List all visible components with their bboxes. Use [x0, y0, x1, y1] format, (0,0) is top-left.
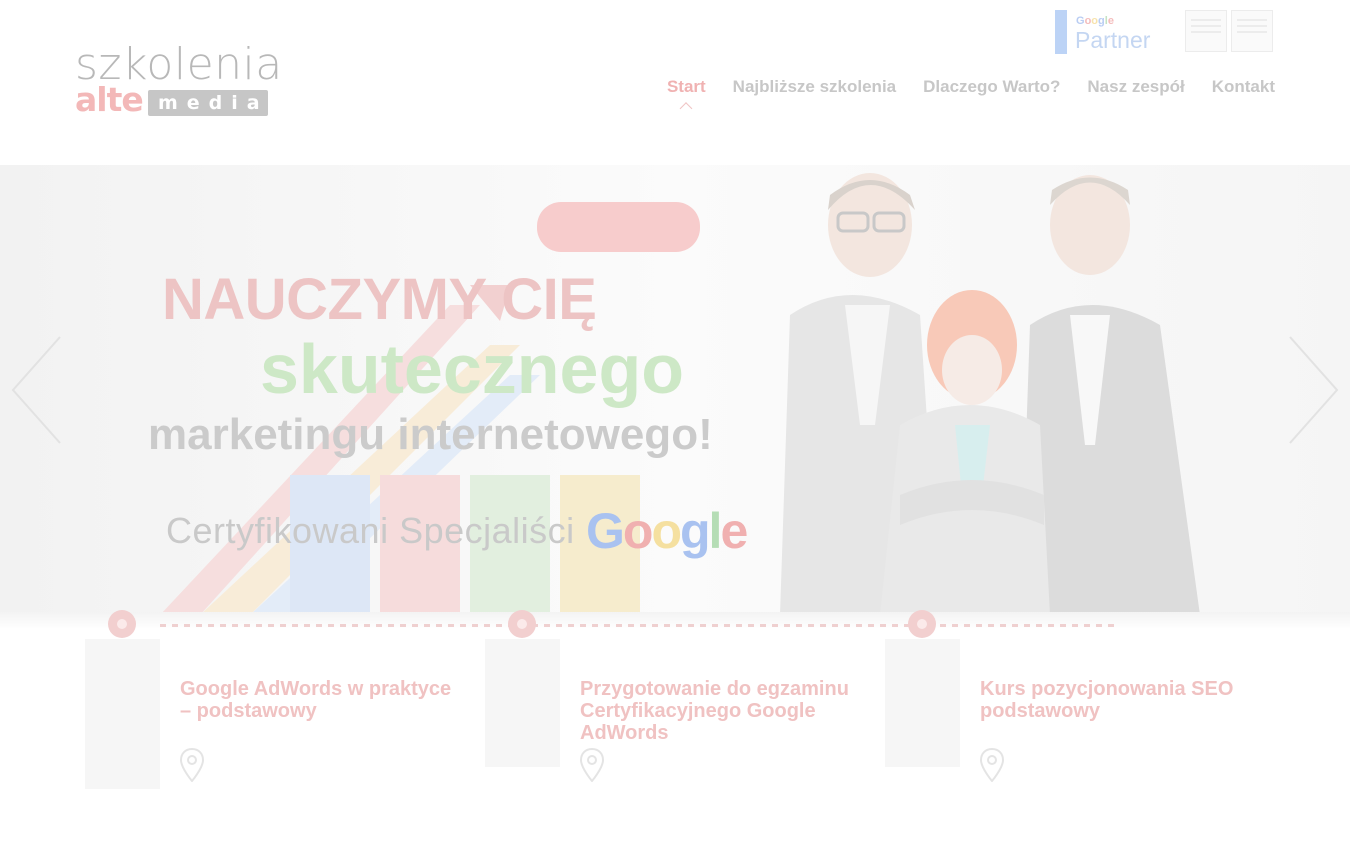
card-date-block	[85, 639, 160, 789]
google-partner-badge[interactable]: Google Partner	[1055, 10, 1160, 54]
google-letter-1: o	[622, 503, 654, 559]
slider-prev-arrow[interactable]	[8, 335, 68, 445]
nav-item-our-team[interactable]: Nasz zespół	[1087, 74, 1184, 100]
partner-g-letter-5: e	[1107, 15, 1114, 27]
decorative-pill	[537, 202, 700, 252]
hero-headline-line2: skutecznego	[260, 330, 684, 408]
card-marker-icon	[508, 610, 536, 638]
hero-certified-text: Certyfikowani Specjaliści	[166, 510, 575, 551]
partner-label: Partner	[1075, 27, 1151, 53]
location-pin-icon	[980, 748, 1004, 782]
badge-line	[1191, 31, 1221, 33]
training-card[interactable]: Przygotowanie do egzaminu Certyfikacyjne…	[485, 605, 865, 805]
card-date-block	[485, 639, 560, 767]
certificate-badge-2[interactable]	[1231, 10, 1273, 52]
google-letter-3: g	[680, 503, 711, 559]
badge-line	[1237, 19, 1267, 21]
nav-item-contact[interactable]: Kontakt	[1212, 74, 1275, 100]
team-photo	[780, 173, 1200, 615]
card-marker-icon	[108, 610, 136, 638]
calendar-icon	[485, 639, 560, 709]
nav-item-upcoming-trainings[interactable]: Najbliższe szkolenia	[733, 74, 896, 100]
slider-next-arrow[interactable]	[1282, 335, 1342, 445]
google-letter-4: l	[708, 503, 723, 559]
training-card[interactable]: Google AdWords w praktyce – podstawowy	[85, 605, 465, 805]
badge-line	[1237, 25, 1267, 27]
card-title[interactable]: Przygotowanie do egzaminu Certyfikacyjne…	[580, 678, 865, 744]
training-card[interactable]: Kurs pozycjonowania SEO podstawowy	[885, 605, 1265, 805]
card-title[interactable]: Google AdWords w praktyce – podstawowy	[180, 678, 465, 722]
main-navigation: Start Najbliższe szkolenia Dlaczego Wart…	[667, 74, 1275, 100]
card-marker-icon	[908, 610, 936, 638]
site-logo[interactable]: szkolenia alte media	[75, 40, 282, 120]
nav-item-why-worth-it[interactable]: Dlaczego Warto?	[923, 74, 1060, 100]
card-date-block	[885, 639, 960, 767]
partner-g-letter-0: G	[1076, 15, 1085, 27]
google-letter-2: o	[651, 503, 682, 559]
calendar-icon	[885, 639, 960, 709]
partner-accent-bar	[1055, 10, 1067, 54]
partner-g-letter-3: g	[1098, 15, 1105, 27]
partner-google-wordmark: Google	[1076, 15, 1114, 27]
location-pin-icon	[580, 748, 604, 782]
badge-line	[1237, 31, 1267, 33]
hero-headline-line3: marketingu internetowego!	[148, 410, 713, 459]
hero-headline-line1: NAUCZYMY CIĘ	[162, 267, 597, 332]
hero-slider: NAUCZYMY CIĘ skutecznego marketingu inte…	[0, 165, 1350, 615]
logo-text-alte: alte	[75, 80, 144, 119]
google-letter-5: e	[720, 503, 748, 559]
nav-item-start[interactable]: Start	[667, 74, 706, 100]
google-letter-0: G	[586, 503, 625, 559]
card-title[interactable]: Kurs pozycjonowania SEO podstawowy	[980, 678, 1265, 722]
google-logo: Google	[586, 501, 748, 561]
logo-text-media: media	[148, 90, 268, 116]
badge-line	[1191, 25, 1221, 27]
certificate-badge-1[interactable]	[1185, 10, 1227, 52]
badge-line	[1191, 19, 1221, 21]
location-pin-icon	[180, 748, 204, 782]
calendar-icon	[85, 639, 160, 709]
